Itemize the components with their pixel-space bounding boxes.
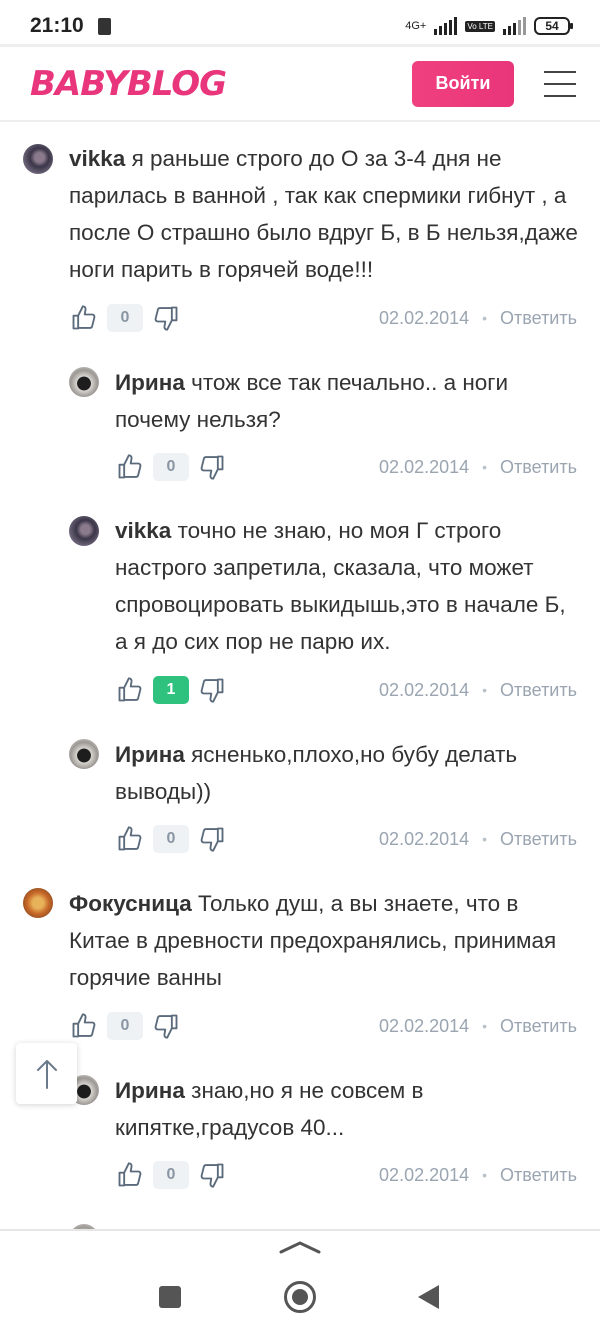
comment-text: я раньше строго до О за 3-4 дня не парил… (69, 146, 578, 282)
like-count: 0 (107, 304, 143, 332)
comment-body: Ирина чтож все так печально.. а ноги поч… (115, 364, 580, 438)
back-icon[interactable] (418, 1285, 439, 1309)
vote-controls: 0 (115, 449, 227, 485)
thumbs-up-icon[interactable] (69, 1010, 99, 1042)
comment-meta: 02.02.2014 • Ответить (379, 300, 577, 336)
recent-apps-icon[interactable] (159, 1286, 181, 1308)
comment-date: 02.02.2014 (379, 679, 470, 700)
comment-author[interactable]: Ирина (115, 742, 185, 767)
status-icons: 4G+ Vo LTE 54 (405, 17, 573, 35)
vote-controls: 0 (69, 1008, 181, 1044)
thumbs-up-icon[interactable] (115, 674, 145, 706)
like-count: 0 (153, 825, 189, 853)
comment-body: Ирина ясненько,плохо,но бубу делать выво… (115, 736, 580, 810)
comment-author[interactable]: Фокусница (69, 891, 192, 916)
thumbs-down-icon[interactable] (197, 1159, 227, 1191)
vote-controls: 0 (115, 1157, 227, 1193)
comments-list: vikka я раньше строго до О за 3-4 дня не… (0, 124, 600, 1229)
comment-date: 02.02.2014 (379, 1015, 470, 1036)
hamburger-menu-icon[interactable] (544, 70, 576, 97)
login-button[interactable]: Войти (412, 60, 514, 107)
home-icon[interactable] (284, 1281, 316, 1313)
network-type: 4G+ (405, 20, 427, 32)
like-count: 0 (153, 1161, 189, 1189)
separator-dot: • (482, 310, 488, 326)
vote-controls: 1 (115, 672, 227, 708)
reply-link[interactable]: Ответить (500, 457, 577, 478)
reply-link[interactable]: Ответить (500, 829, 577, 850)
comment-text: точно не знаю, но моя Г строго настрого … (115, 518, 566, 654)
volte-icon: Vo LTE (465, 20, 495, 32)
comment-date: 02.02.2014 (379, 1164, 470, 1185)
signal-icon (434, 17, 458, 35)
comment-body: vikka точно не знаю, но моя Г строго нас… (115, 512, 580, 660)
thumbs-up-icon[interactable] (115, 451, 145, 483)
reply-link[interactable]: Ответить (500, 680, 577, 701)
reply-link[interactable]: Ответить (500, 1165, 577, 1186)
comment-date: 02.02.2014 (379, 456, 470, 477)
thumbs-down-icon[interactable] (151, 302, 181, 334)
arrow-up-icon (36, 1059, 57, 1089)
separator-dot: • (482, 831, 488, 847)
thumbs-down-icon[interactable] (197, 674, 227, 706)
comment-meta: 02.02.2014 • Ответить (379, 672, 577, 708)
status-time: 21:10 (30, 14, 84, 37)
reply-link[interactable]: Ответить (500, 308, 577, 329)
comment-date: 02.02.2014 (379, 307, 470, 328)
site-header: BABYBLOG Войти (0, 44, 600, 122)
avatar[interactable] (23, 144, 53, 174)
battery-level: 54 (545, 19, 559, 33)
comment-meta: 02.02.2014 • Ответить (379, 1008, 577, 1044)
like-count: 1 (153, 676, 189, 704)
comment-author[interactable]: Ирина (115, 1078, 185, 1103)
chevron-up-icon[interactable] (278, 1239, 322, 1255)
avatar[interactable] (69, 367, 99, 397)
thumbs-down-icon[interactable] (197, 451, 227, 483)
comment-body: Ирина знаю,но я не совсем в кипятке,град… (115, 1072, 580, 1146)
comment-meta: 02.02.2014 • Ответить (379, 1157, 577, 1193)
sim-card-icon (97, 17, 111, 35)
separator-dot: • (482, 1018, 488, 1034)
like-count: 0 (107, 1012, 143, 1040)
thumbs-up-icon[interactable] (115, 823, 145, 855)
comment-author[interactable]: vikka (115, 518, 171, 543)
scroll-to-top-button[interactable] (16, 1043, 77, 1104)
thumbs-up-icon[interactable] (69, 302, 99, 334)
vote-controls: 0 (115, 821, 227, 857)
thumbs-up-icon[interactable] (115, 1159, 145, 1191)
comment-meta: 02.02.2014 • Ответить (379, 821, 577, 857)
comment-body: Фокусница Только душ, а вы знаете, что в… (69, 885, 579, 996)
comment-body: vikka я раньше строго до О за 3-4 дня не… (69, 140, 579, 288)
battery-icon: 54 (534, 17, 573, 35)
site-logo[interactable]: BABYBLOG (30, 64, 227, 104)
avatar[interactable] (23, 888, 53, 918)
vote-controls: 0 (69, 300, 181, 336)
comment-date: 02.02.2014 (379, 828, 470, 849)
thumbs-down-icon[interactable] (151, 1010, 181, 1042)
avatar[interactable] (69, 739, 99, 769)
reply-link[interactable]: Ответить (500, 1016, 577, 1037)
system-nav-bar (0, 1229, 600, 1332)
comment-author[interactable]: Ирина (115, 370, 185, 395)
comment-meta: 02.02.2014 • Ответить (379, 449, 577, 485)
like-count: 0 (153, 453, 189, 481)
comment-author[interactable]: vikka (69, 146, 125, 171)
separator-dot: • (482, 682, 488, 698)
avatar[interactable] (69, 516, 99, 546)
signal-2-icon (503, 17, 526, 35)
separator-dot: • (482, 1167, 488, 1183)
separator-dot: • (482, 459, 488, 475)
thumbs-down-icon[interactable] (197, 823, 227, 855)
